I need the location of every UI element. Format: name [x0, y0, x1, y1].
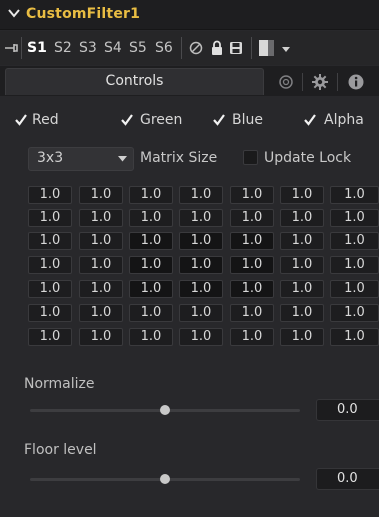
matrix-size-value: 3x3	[37, 150, 64, 166]
matrix-cell[interactable]: 1.0	[28, 304, 72, 322]
disable-icon[interactable]	[189, 41, 203, 55]
matrix-cell[interactable]: 1.0	[280, 209, 324, 227]
normalize-slider-knob[interactable]	[160, 405, 170, 415]
update-lock-checkbox[interactable]	[243, 150, 258, 165]
alpha-checkbox[interactable]	[303, 113, 317, 127]
matrix-cell[interactable]: 1.0	[330, 232, 379, 250]
matrix-cell[interactable]: 1.0	[129, 232, 173, 250]
floor-level-label: Floor level	[24, 442, 97, 458]
tab-separator	[337, 73, 338, 91]
matrix-cell[interactable]: 1.0	[129, 280, 173, 298]
chevron-down-icon	[118, 156, 127, 162]
blue-checkbox-label: Blue	[232, 112, 263, 128]
normalize-value-field[interactable]: 0.0	[316, 399, 379, 421]
red-checkbox-label: Red	[32, 112, 59, 128]
collapse-chevron-icon[interactable]	[6, 5, 22, 21]
matrix-cell[interactable]: 1.0	[28, 232, 72, 250]
matrix-cell[interactable]: 1.0	[230, 256, 274, 274]
settings-tab-gear-icon[interactable]	[310, 72, 330, 92]
matrix-cell[interactable]: 1.0	[280, 256, 324, 274]
update-lock-label: Update Lock	[264, 150, 352, 166]
info-tab-icon[interactable]	[346, 72, 366, 92]
matrix-cell[interactable]: 1.0	[280, 186, 324, 204]
normalize-label: Normalize	[24, 376, 95, 392]
matrix-cell[interactable]: 1.0	[179, 328, 223, 346]
matrix-size-label: Matrix Size	[140, 150, 218, 166]
matrix-cell[interactable]: 1.0	[129, 304, 173, 322]
matrix-cell[interactable]: 1.0	[330, 209, 379, 227]
matrix-cell[interactable]: 1.0	[330, 328, 379, 346]
matrix-cell[interactable]: 1.0	[28, 328, 72, 346]
matrix-cell[interactable]: 1.0	[230, 328, 274, 346]
red-checkbox[interactable]	[14, 113, 28, 127]
matrix-cell[interactable]: 1.0	[179, 304, 223, 322]
tab-controls-label: Controls	[105, 73, 164, 89]
matrix-cell[interactable]: 1.0	[330, 186, 379, 204]
lock-icon[interactable]	[210, 40, 224, 56]
matrix-cell[interactable]: 1.0	[129, 328, 173, 346]
tab-separator	[302, 73, 303, 91]
alpha-checkbox-label: Alpha	[324, 112, 364, 128]
matrix-cell[interactable]: 1.0	[79, 186, 123, 204]
matrix-cell[interactable]: 1.0	[230, 186, 274, 204]
matrix-cell[interactable]: 1.0	[79, 232, 123, 250]
floor-level-slider-knob[interactable]	[160, 474, 170, 484]
matrix-cell[interactable]: 1.0	[179, 232, 223, 250]
matrix-cell[interactable]: 1.0	[330, 304, 379, 322]
matrix-cell[interactable]: 1.0	[79, 328, 123, 346]
matrix-cell[interactable]: 1.0	[230, 304, 274, 322]
matrix-cell[interactable]: 1.0	[28, 280, 72, 298]
toolbar-separator	[251, 37, 252, 59]
matrix-cell[interactable]: 1.0	[129, 186, 173, 204]
matrix-cell[interactable]: 1.0	[280, 304, 324, 322]
version-slot-s5[interactable]: S5	[129, 39, 147, 57]
version-slot-s4[interactable]: S4	[104, 39, 122, 57]
matrix-cell[interactable]: 1.0	[79, 304, 123, 322]
version-slot-s2[interactable]: S2	[54, 39, 72, 57]
blue-checkbox[interactable]	[212, 113, 226, 127]
floor-level-value-field[interactable]: 0.0	[316, 468, 379, 490]
modifiers-tab-icon[interactable]	[276, 72, 296, 92]
matrix-cell[interactable]: 1.0	[79, 280, 123, 298]
matrix-cell[interactable]: 1.0	[280, 232, 324, 250]
version-slot-s3[interactable]: S3	[79, 39, 97, 57]
matrix-cell[interactable]: 1.0	[230, 232, 274, 250]
matrix-cell[interactable]: 1.0	[28, 256, 72, 274]
version-slot-s6[interactable]: S6	[155, 39, 173, 57]
toolbar-separator	[181, 37, 182, 59]
matrix-cell[interactable]: 1.0	[179, 186, 223, 204]
save-settings-icon[interactable]	[229, 41, 243, 55]
matrix-cell[interactable]: 1.0	[230, 280, 274, 298]
pin-icon[interactable]	[4, 41, 18, 55]
matrix-cell[interactable]: 1.0	[79, 256, 123, 274]
green-checkbox-label: Green	[140, 112, 183, 128]
version-slot-s1[interactable]: S1	[27, 39, 47, 57]
matrix-cell[interactable]: 1.0	[79, 209, 123, 227]
toolbar-separator	[21, 37, 22, 59]
green-checkbox[interactable]	[120, 113, 134, 127]
matrix-cell[interactable]: 1.0	[280, 280, 324, 298]
matrix-cell[interactable]: 1.0	[129, 256, 173, 274]
swatch-dropdown-icon[interactable]	[282, 47, 290, 53]
matrix-cell[interactable]: 1.0	[179, 209, 223, 227]
matrix-cell[interactable]: 1.0	[330, 256, 379, 274]
matrix-cell[interactable]: 1.0	[28, 186, 72, 204]
matrix-cell[interactable]: 1.0	[230, 209, 274, 227]
matrix-cell[interactable]: 1.0	[330, 280, 379, 298]
tool-title: CustomFilter1	[26, 6, 141, 22]
matrix-cell[interactable]: 1.0	[179, 280, 223, 298]
matrix-cell[interactable]: 1.0	[179, 256, 223, 274]
matrix-cell[interactable]: 1.0	[129, 209, 173, 227]
color-swatch-icon[interactable]	[259, 40, 277, 56]
matrix-cell[interactable]: 1.0	[28, 209, 72, 227]
matrix-cell[interactable]: 1.0	[280, 328, 324, 346]
